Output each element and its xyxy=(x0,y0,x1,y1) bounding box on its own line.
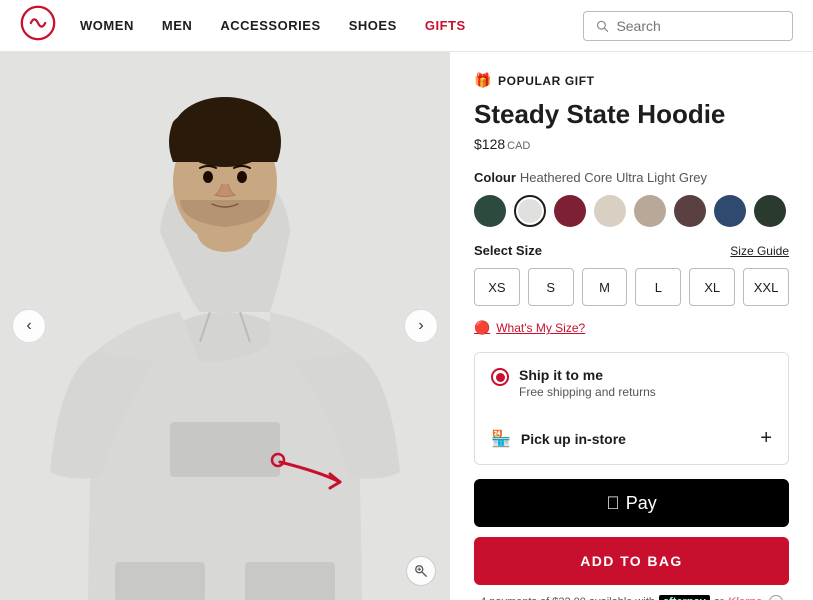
product-image xyxy=(0,52,450,600)
ship-radio-button[interactable] xyxy=(491,368,509,386)
size-xs[interactable]: XS xyxy=(474,268,520,306)
pickup-title: Pick up in-store xyxy=(521,431,626,447)
ship-to-me-option[interactable]: Ship it to me Free shipping and returns xyxy=(475,353,788,413)
ship-title: Ship it to me xyxy=(519,367,656,383)
nav-links: WOMEN MEN ACCESSORIES SHOES GIFTS xyxy=(80,18,466,33)
main-content: ‹ › 🎁 POPULAR GIFT Steady State Hoodie $… xyxy=(0,52,813,600)
product-image-panel: ‹ › xyxy=(0,52,450,600)
nav-accessories[interactable]: ACCESSORIES xyxy=(220,18,320,33)
apple-pay-label: Pay xyxy=(626,493,657,514)
colour-swatches xyxy=(474,195,789,227)
swatch-navy[interactable] xyxy=(714,195,746,227)
colour-section: ColourHeathered Core Ultra Light Grey xyxy=(474,170,789,227)
payment-info-icon[interactable]: i xyxy=(769,595,783,600)
size-info-icon: 🔴 xyxy=(474,320,490,336)
popular-gift-badge: 🎁 POPULAR GIFT xyxy=(474,72,789,89)
shipping-section: Ship it to me Free shipping and returns … xyxy=(474,352,789,465)
size-m[interactable]: M xyxy=(582,268,628,306)
ship-subtitle: Free shipping and returns xyxy=(519,385,656,399)
size-header: Select Size Size Guide xyxy=(474,243,789,258)
store-icon: 🏪 xyxy=(491,429,511,449)
navigation: WOMEN MEN ACCESSORIES SHOES GIFTS xyxy=(0,0,813,52)
size-l[interactable]: L xyxy=(635,268,681,306)
product-title: Steady State Hoodie xyxy=(474,99,789,130)
shipping-text: Ship it to me Free shipping and returns xyxy=(519,367,656,399)
afterpay-logo: afterpay xyxy=(659,595,710,600)
gift-icon: 🎁 xyxy=(474,72,492,89)
apple-logo-icon:  xyxy=(606,493,620,514)
product-price: $128CAD xyxy=(474,136,789,152)
size-section: Select Size Size Guide XS S M L XL XXL xyxy=(474,243,789,306)
swatch-beige[interactable] xyxy=(594,195,626,227)
pickup-expand-icon[interactable]: + xyxy=(760,427,772,450)
logo[interactable] xyxy=(20,5,80,46)
search-box[interactable] xyxy=(583,11,793,41)
nav-men[interactable]: MEN xyxy=(162,18,192,33)
colour-label: ColourHeathered Core Ultra Light Grey xyxy=(474,170,789,185)
swatch-forest[interactable] xyxy=(754,195,786,227)
size-buttons: XS S M L XL XXL xyxy=(474,268,789,306)
search-container xyxy=(583,11,793,41)
next-image-button[interactable]: › xyxy=(404,309,438,343)
prev-image-button[interactable]: ‹ xyxy=(12,309,46,343)
afterpay-info: 4 payments of $32.00 available with afte… xyxy=(474,595,789,600)
size-label: Select Size xyxy=(474,243,542,258)
add-to-bag-button[interactable]: ADD TO BAG xyxy=(474,537,789,585)
pickup-option[interactable]: 🏪 Pick up in-store + xyxy=(475,413,788,464)
klarna-logo: Klarna. xyxy=(728,596,765,600)
search-input[interactable] xyxy=(616,18,780,34)
nav-gifts[interactable]: GIFTS xyxy=(425,18,466,33)
product-detail-panel: 🎁 POPULAR GIFT Steady State Hoodie $128C… xyxy=(450,52,813,600)
swatch-light-grey[interactable] xyxy=(514,195,546,227)
swatch-dark-brown[interactable] xyxy=(674,195,706,227)
apple-pay-button[interactable]:  Pay xyxy=(474,479,789,527)
search-icon xyxy=(596,19,608,33)
size-xxl[interactable]: XXL xyxy=(743,268,789,306)
size-s[interactable]: S xyxy=(528,268,574,306)
swatch-dark-red[interactable] xyxy=(554,195,586,227)
nav-shoes[interactable]: SHOES xyxy=(349,18,397,33)
size-xl[interactable]: XL xyxy=(689,268,735,306)
swatch-taupe[interactable] xyxy=(634,195,666,227)
whats-my-size-link[interactable]: 🔴 What's My Size? xyxy=(474,320,789,336)
nav-women[interactable]: WOMEN xyxy=(80,18,134,33)
size-guide-link[interactable]: Size Guide xyxy=(730,244,789,258)
swatch-dark-green[interactable] xyxy=(474,195,506,227)
zoom-button[interactable] xyxy=(406,556,436,586)
